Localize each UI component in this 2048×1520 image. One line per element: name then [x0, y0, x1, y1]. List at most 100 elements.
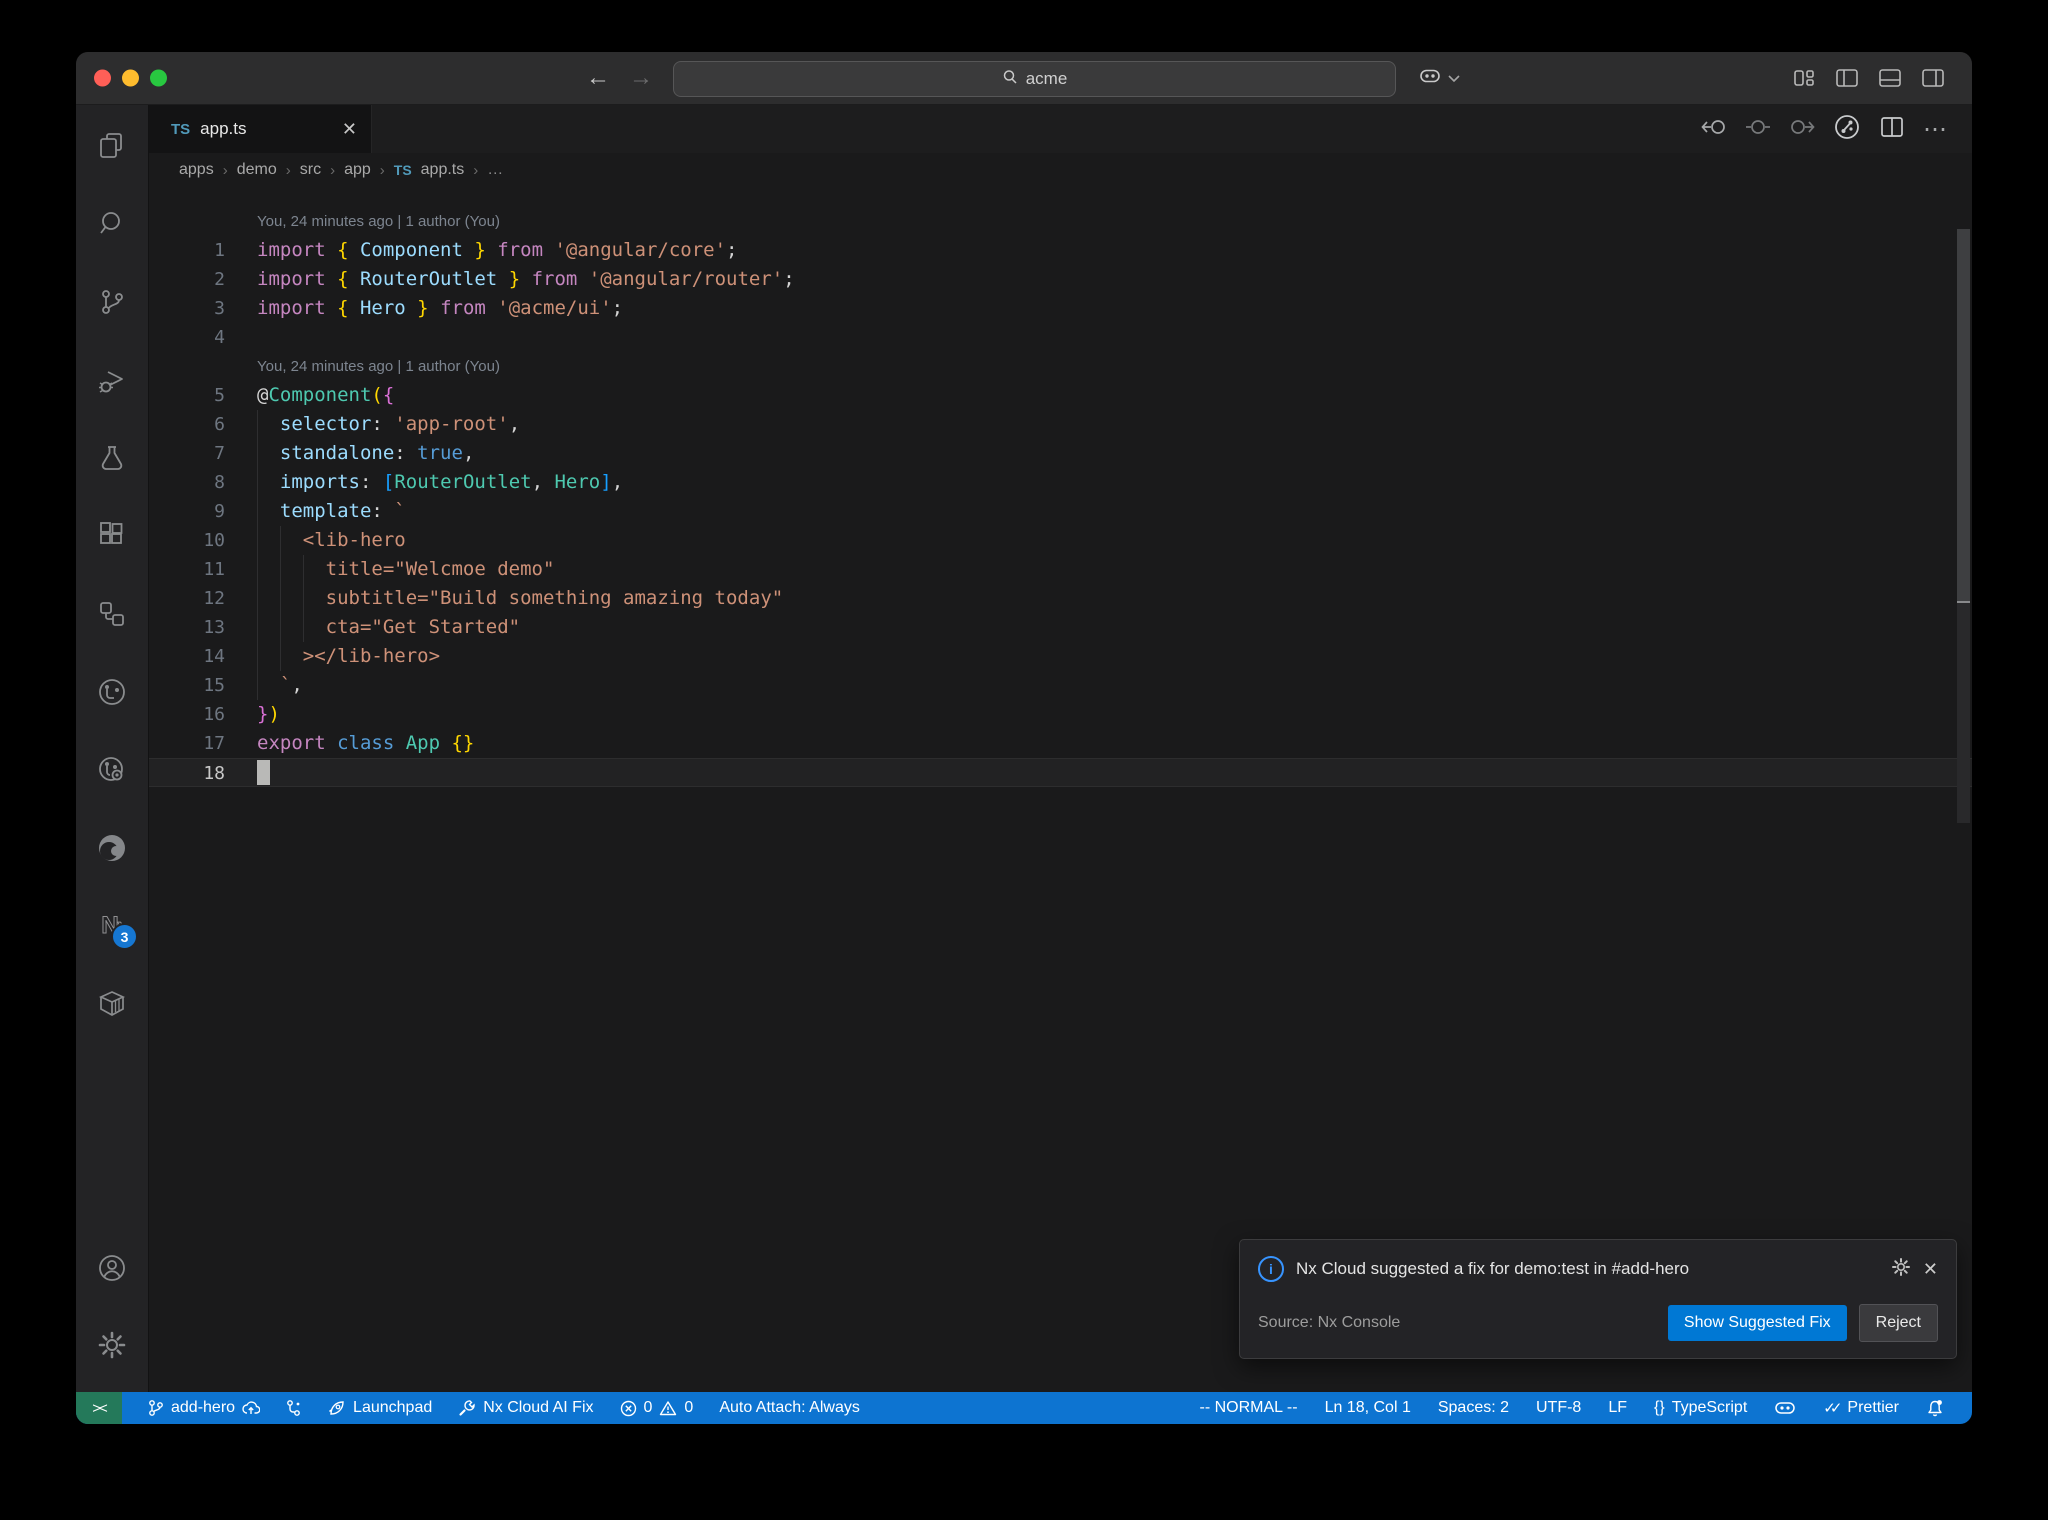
- status-problems[interactable]: 0 0: [620, 1399, 693, 1417]
- status-auto-attach[interactable]: Auto Attach: Always: [719, 1399, 860, 1417]
- split-editor-icon[interactable]: [1879, 114, 1905, 145]
- status-launchpad[interactable]: Launchpad: [328, 1399, 432, 1417]
- show-suggested-fix-button[interactable]: Show Suggested Fix: [1667, 1305, 1847, 1341]
- breadcrumb-item[interactable]: src: [300, 161, 321, 179]
- code-line[interactable]: 4: [149, 323, 1972, 352]
- circle-branch-icon[interactable]: [96, 676, 128, 708]
- eol-setting[interactable]: LF: [1608, 1399, 1627, 1417]
- navigate-back-button[interactable]: ←: [586, 64, 610, 92]
- code-line[interactable]: 7 standalone: true,: [149, 439, 1972, 468]
- toggle-secondary-sidebar-icon[interactable]: [1920, 65, 1946, 91]
- code-editor[interactable]: You, 24 minutes ago | 1 author (You) 1 imp…: [149, 187, 1972, 1392]
- breadcrumb-item[interactable]: demo: [237, 161, 277, 179]
- zoom-window-button[interactable]: [150, 69, 167, 87]
- status-compare-branch[interactable]: [286, 1399, 302, 1417]
- explorer-icon[interactable]: [96, 130, 128, 162]
- navigate-forward-button[interactable]: →: [629, 64, 653, 92]
- blame-annotation[interactable]: You, 24 minutes ago | 1 author (You): [149, 207, 1972, 236]
- code-inspect-icon[interactable]: [96, 754, 128, 786]
- accounts-icon[interactable]: [96, 1252, 128, 1284]
- command-center-search[interactable]: acme: [673, 61, 1396, 97]
- notifications-bell[interactable]: [1926, 1399, 1944, 1418]
- linked-items-icon[interactable]: [96, 598, 128, 630]
- customize-layout-icon[interactable]: [1791, 65, 1817, 91]
- close-tab-icon[interactable]: ✕: [342, 119, 357, 140]
- encoding-setting[interactable]: UTF-8: [1536, 1399, 1581, 1417]
- status-bar: >< add-hero Launchpad Nx Cloud AI Fix 0 …: [76, 1392, 1972, 1424]
- code-line[interactable]: 14 ></lib-hero>: [149, 642, 1972, 671]
- search-icon: [1002, 69, 1018, 90]
- copilot-menu[interactable]: [1418, 66, 1460, 91]
- blame-annotation[interactable]: You, 24 minutes ago | 1 author (You): [149, 352, 1972, 381]
- chevron-right-icon: ›: [379, 161, 385, 179]
- breadcrumb-symbol-ellipsis[interactable]: …: [487, 161, 503, 179]
- code-lines: You, 24 minutes ago | 1 author (You) 1 imp…: [149, 207, 1972, 787]
- code-line[interactable]: 1 import { Component } from '@angular/cor…: [149, 236, 1972, 265]
- editor-scrollbar[interactable]: [1957, 229, 1970, 603]
- containers-icon[interactable]: [96, 988, 128, 1020]
- formatter-status[interactable]: ✓✓ Prettier: [1823, 1399, 1899, 1417]
- breadcrumb-item-file[interactable]: app.ts: [421, 161, 465, 179]
- testing-icon[interactable]: [96, 442, 128, 474]
- minimize-window-button[interactable]: [122, 69, 139, 87]
- code-line[interactable]: 10 <lib-hero: [149, 526, 1972, 555]
- run-debug-icon[interactable]: [96, 364, 128, 396]
- error-icon: [620, 1400, 636, 1416]
- code-line[interactable]: 15 `,: [149, 671, 1972, 700]
- code-line[interactable]: 11 title="Welcmoe demo": [149, 555, 1972, 584]
- code-line[interactable]: 2 import { RouterOutlet } from '@angular/…: [149, 265, 1972, 294]
- close-window-button[interactable]: [94, 69, 111, 87]
- search-icon[interactable]: [96, 208, 128, 240]
- extensions-icon[interactable]: [96, 520, 128, 552]
- breadcrumb-item[interactable]: app: [344, 161, 371, 179]
- source-control-icon[interactable]: [96, 286, 128, 318]
- reject-button[interactable]: Reject: [1858, 1304, 1938, 1342]
- breadcrumb[interactable]: apps › demo › src › app › TS app.ts › …: [149, 153, 1972, 187]
- code-line[interactable]: 3 import { Hero } from '@acme/ui';: [149, 294, 1972, 323]
- code-line[interactable]: 9 template: `: [149, 497, 1972, 526]
- tab-app-ts[interactable]: TS app.ts ✕: [149, 105, 372, 153]
- breadcrumb-item[interactable]: apps: [179, 161, 214, 179]
- chevron-down-icon: [1448, 69, 1460, 87]
- vim-mode-indicator[interactable]: -- NORMAL --: [1200, 1399, 1298, 1417]
- notification-close-icon[interactable]: ✕: [1923, 1259, 1938, 1280]
- code-line[interactable]: 8 imports: [RouterOutlet, Hero],: [149, 468, 1972, 497]
- code-line[interactable]: 13 cta="Get Started": [149, 613, 1972, 642]
- status-nx-cloud-ai-fix[interactable]: Nx Cloud AI Fix: [458, 1399, 594, 1417]
- nx-run-icon[interactable]: [1833, 113, 1861, 146]
- toggle-panel-icon[interactable]: [1877, 65, 1903, 91]
- code-line[interactable]: 16}): [149, 700, 1972, 729]
- code-line[interactable]: 5 @Component({: [149, 381, 1972, 410]
- settings-gear-icon[interactable]: [96, 1329, 128, 1361]
- notification-settings-gear-icon[interactable]: [1891, 1257, 1911, 1282]
- code-line[interactable]: 12 subtitle="Build something amazing tod…: [149, 584, 1972, 613]
- nx-badge: 3: [111, 923, 138, 950]
- cursor-position[interactable]: Ln 18, Col 1: [1325, 1399, 1411, 1417]
- language-mode[interactable]: {} TypeScript: [1654, 1399, 1747, 1417]
- nx-console-icon[interactable]: N› 3: [96, 910, 138, 950]
- remote-indicator[interactable]: ><: [76, 1392, 122, 1424]
- line-number: 3: [214, 298, 225, 319]
- notification-toast: i Nx Cloud suggested a fix for demo:test…: [1239, 1239, 1957, 1359]
- current-change-icon[interactable]: [1745, 116, 1771, 143]
- more-actions-icon[interactable]: ⋯: [1923, 115, 1948, 144]
- chevron-right-icon: ›: [330, 161, 336, 179]
- screen: ← → acme N› 3 TS app.ts ✕ ⋯ apps › demo …: [0, 0, 2048, 1520]
- error-count: 0: [643, 1399, 653, 1416]
- navigate-next-change-icon[interactable]: [1789, 116, 1815, 143]
- line-number: [149, 207, 225, 236]
- navigate-previous-change-icon[interactable]: [1701, 116, 1727, 143]
- code-line[interactable]: 18: [149, 758, 1972, 787]
- edge-devtools-icon[interactable]: [96, 832, 128, 864]
- code-line[interactable]: 17 export class App {}: [149, 729, 1972, 758]
- line-number: 7: [214, 443, 225, 464]
- line-number: [149, 352, 225, 381]
- indentation-setting[interactable]: Spaces: 2: [1438, 1399, 1509, 1417]
- copilot-status[interactable]: [1774, 1399, 1796, 1417]
- line-number: 10: [203, 530, 225, 551]
- status-branch[interactable]: add-hero: [148, 1399, 261, 1417]
- toggle-primary-sidebar-icon[interactable]: [1834, 65, 1860, 91]
- search-query: acme: [1025, 69, 1068, 88]
- code-line[interactable]: 6 selector: 'app-root',: [149, 410, 1972, 439]
- line-number: 13: [203, 617, 225, 638]
